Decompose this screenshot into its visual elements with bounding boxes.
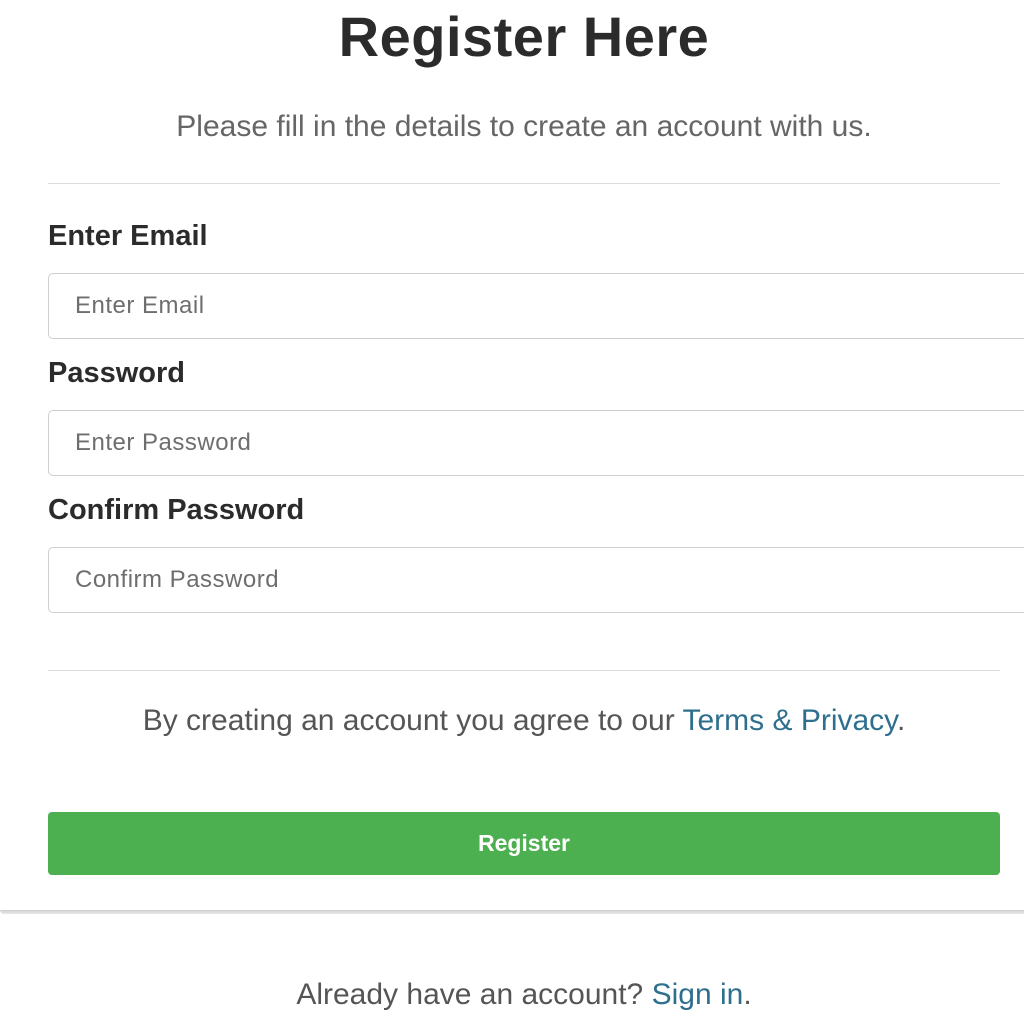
email-field[interactable] — [48, 273, 1024, 339]
register-card: Register Here Please fill in the details… — [0, 0, 1024, 912]
bottom-divider — [48, 670, 1000, 671]
email-label: Enter Email — [48, 220, 208, 252]
password-label: Password — [48, 357, 185, 389]
confirm-password-label: Confirm Password — [48, 494, 305, 526]
register-button[interactable]: Register — [48, 812, 1000, 875]
register-page: Register Here Please fill in the details… — [0, 0, 1024, 1024]
terms-text: By creating an account you agree to our — [142, 704, 683, 737]
signin-prompt: Already have an account? Sign in. — [0, 978, 1024, 1012]
card-bottom-edge — [0, 910, 1024, 914]
terms-suffix: . — [896, 704, 906, 737]
top-divider — [48, 183, 1000, 184]
confirm-password-field[interactable] — [48, 547, 1024, 613]
signin-suffix: . — [743, 978, 752, 1011]
page-title: Register Here — [338, 5, 710, 68]
signin-text: Already have an account? — [296, 978, 652, 1011]
terms-notice: By creating an account you agree to our … — [100, 704, 948, 738]
password-field[interactable] — [48, 410, 1024, 476]
signin-link[interactable]: Sign in — [652, 978, 744, 1011]
terms-privacy-link[interactable]: Terms & Privacy — [682, 704, 896, 737]
page-subtitle: Please fill in the details to create an … — [176, 110, 872, 143]
